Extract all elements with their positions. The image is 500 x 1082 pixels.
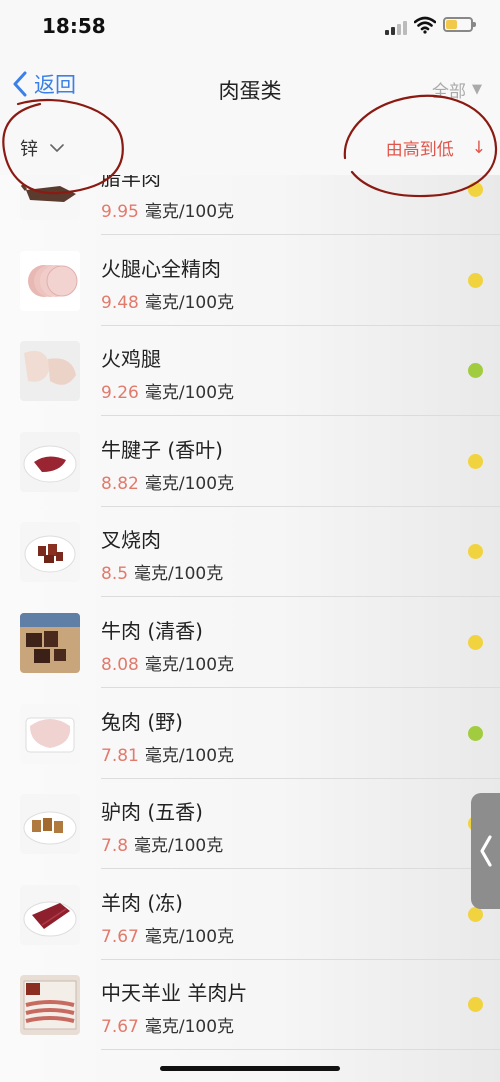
nav-bar: 返回 肉蛋类 全部 ▼ — [0, 55, 500, 123]
side-drawer-handle[interactable] — [471, 793, 500, 909]
zinc-value: 8.82 — [101, 473, 139, 494]
food-name: 牛肉 (清香) — [101, 619, 203, 643]
level-dot-indicator — [468, 363, 483, 379]
divider — [101, 1049, 500, 1051]
zinc-amount: 9.26 毫克/100克 — [101, 378, 234, 403]
zinc-unit: 毫克/100克 — [144, 383, 235, 404]
food-list-item[interactable]: 火腿心全精肉 9.48 毫克/100克 — [0, 236, 500, 326]
zinc-unit: 毫克/100克 — [144, 1017, 235, 1038]
nutrient-label: 锌 — [20, 139, 38, 160]
zinc-value: 7.81 — [101, 745, 139, 766]
zinc-value: 9.48 — [101, 292, 139, 313]
level-dot-indicator — [468, 182, 483, 197]
status-bar: 18:58 — [0, 0, 500, 55]
filter-label: 全部 — [432, 82, 466, 102]
food-name: 中天羊业 羊肉片 — [101, 981, 248, 1006]
food-list-item[interactable]: 兔肉 (野) 7.81 毫克/100克 — [0, 689, 500, 779]
zinc-unit: 毫克/100克 — [134, 836, 224, 857]
zinc-value: 9.26 — [101, 383, 139, 404]
food-thumbnail — [20, 884, 80, 945]
wifi-icon — [414, 16, 436, 34]
zinc-amount: 7.8 毫克/100克 — [101, 831, 223, 856]
zinc-value: 7.8 — [101, 836, 129, 857]
page-title: 肉蛋类 — [218, 79, 282, 103]
food-name: 火鸡腿 — [101, 347, 161, 372]
zinc-unit: 毫克/100克 — [144, 473, 235, 494]
food-list-item[interactable]: 牛腱子 (香叶) 8.82 毫克/100克 — [0, 417, 500, 507]
zinc-amount: 7.67 毫克/100克 — [101, 922, 234, 947]
sort-order-toggle[interactable]: 由高到低 ↓ — [385, 135, 486, 161]
food-name: 羊肉 (冻) — [101, 890, 183, 915]
zinc-amount: 8.08 毫克/100克 — [101, 650, 234, 675]
level-dot-indicator — [468, 906, 483, 922]
food-name: 火腿心全精肉 — [101, 256, 221, 281]
sort-bar: 锌 由高到低 ↓ — [0, 123, 500, 175]
zinc-value: 7.67 — [101, 1017, 139, 1038]
nutrient-selector[interactable]: 锌 — [20, 135, 64, 161]
zinc-amount: 7.81 毫克/100克 — [101, 741, 234, 766]
arrow-down-icon: ↓ — [471, 137, 486, 158]
zinc-unit: 毫克/100克 — [134, 564, 224, 585]
zinc-amount: 7.67 毫克/100克 — [101, 1012, 234, 1037]
food-list-item[interactable]: 火鸡腿 9.26 毫克/100克 — [0, 326, 500, 417]
food-thumbnail — [20, 175, 80, 220]
zinc-unit: 毫克/100克 — [144, 202, 235, 222]
sort-order-label: 由高到低 — [385, 140, 454, 160]
food-thumbnail — [20, 522, 80, 583]
zinc-amount: 8.82 毫克/100克 — [101, 469, 234, 494]
zinc-unit: 毫克/100克 — [144, 745, 235, 766]
food-thumbnail — [20, 794, 80, 855]
food-thumbnail — [20, 613, 80, 673]
zinc-unit: 毫克/100克 — [144, 926, 235, 947]
food-thumbnail — [20, 703, 80, 764]
level-dot-indicator — [468, 544, 483, 560]
zinc-amount: 9.95 毫克/100克 — [101, 197, 234, 222]
food-list-item[interactable]: 腊羊肉 9.95 毫克/100克 — [0, 175, 500, 235]
chevron-left-icon — [479, 835, 492, 867]
zinc-value: 8.08 — [101, 655, 139, 675]
food-list-item[interactable]: 驴肉 (五香) 7.8 毫克/100克 — [0, 779, 500, 870]
category-filter-dropdown[interactable]: 全部 ▼ — [432, 77, 482, 102]
food-name: 叉烧肉 — [101, 528, 161, 553]
food-thumbnail — [20, 341, 80, 402]
zinc-value: 8.5 — [101, 564, 129, 585]
food-list-item[interactable]: 中天羊业 羊肉片 7.67 毫克/100克 — [0, 960, 500, 1051]
level-dot-indicator — [468, 997, 483, 1013]
food-name: 腊羊肉 — [101, 175, 161, 190]
triangle-down-icon: ▼ — [472, 82, 482, 97]
battery-icon — [443, 17, 476, 32]
zinc-value: 9.95 — [101, 202, 139, 222]
food-name: 兔肉 (野) — [101, 709, 183, 734]
zinc-unit: 毫克/100克 — [144, 655, 235, 675]
zinc-amount: 8.5 毫克/100克 — [101, 559, 223, 584]
food-thumbnail — [20, 975, 80, 1036]
food-thumbnail — [20, 431, 80, 492]
zinc-unit: 毫克/100克 — [144, 292, 235, 313]
level-dot-indicator — [468, 272, 483, 288]
food-name: 驴肉 (五香) — [101, 800, 203, 825]
zinc-value: 7.67 — [101, 926, 139, 947]
food-thumbnail — [20, 250, 80, 311]
status-time: 18:58 — [42, 14, 106, 38]
level-dot-indicator — [468, 453, 483, 469]
food-name: 牛腱子 (香叶) — [101, 437, 223, 462]
level-dot-indicator — [468, 635, 483, 650]
home-indicator — [160, 1066, 340, 1071]
cellular-signal-icon — [385, 19, 409, 35]
food-list-item[interactable]: 羊肉 (冻) 7.67 毫克/100克 — [0, 870, 500, 960]
food-list-item[interactable]: 牛肉 (清香) 8.08 毫克/100克 — [0, 598, 500, 688]
zinc-amount: 9.48 毫克/100克 — [101, 288, 234, 313]
chevron-down-icon — [50, 143, 64, 152]
level-dot-indicator — [468, 725, 483, 741]
food-list-item[interactable]: 叉烧肉 8.5 毫克/100克 — [0, 507, 500, 598]
food-list: 腊羊肉 9.95 毫克/100克 火腿心全精肉 9.48 毫克/100克 火鸡腿 9.26 毫克… — [0, 175, 500, 1082]
